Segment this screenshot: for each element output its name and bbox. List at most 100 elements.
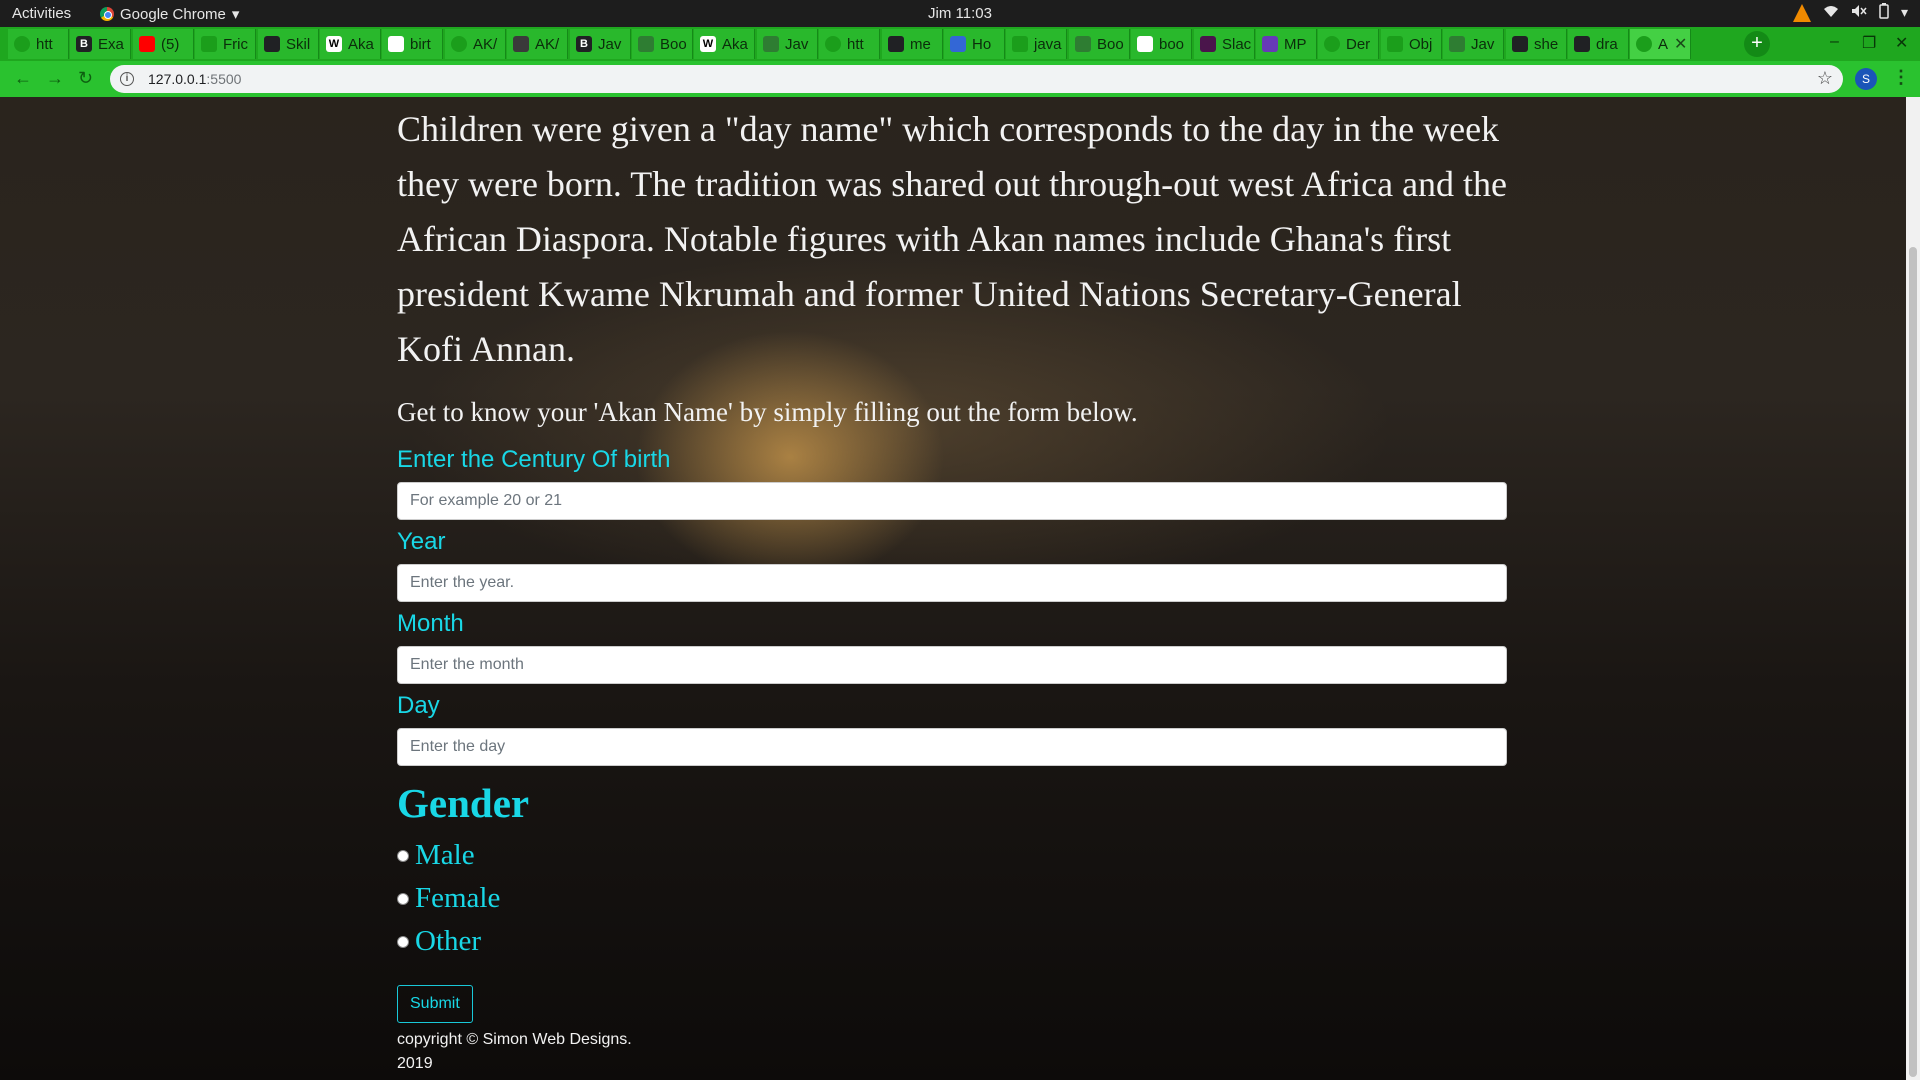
app-menu-arrow-icon: ▾ xyxy=(231,6,240,23)
tab-label: java xyxy=(1034,35,1062,53)
windows-icon xyxy=(950,36,966,52)
tab-label: Fric xyxy=(223,35,248,53)
url-port: :5500 xyxy=(206,71,242,87)
system-tray[interactable]: ▾ xyxy=(1792,3,1908,22)
github-icon xyxy=(1574,36,1590,52)
github-icon xyxy=(888,36,904,52)
browser-tab[interactable]: she xyxy=(1506,29,1567,59)
grid-icon xyxy=(638,36,654,52)
browser-tab[interactable]: AK/ xyxy=(445,29,506,59)
tab-label: me xyxy=(910,35,931,53)
browser-tab[interactable]: AK/ xyxy=(507,29,568,59)
gender-option-other[interactable]: Other xyxy=(397,925,1509,958)
wifi-icon[interactable] xyxy=(1823,4,1839,21)
browser-tab[interactable]: dra xyxy=(1568,29,1629,59)
browser-tab[interactable]: B Exa xyxy=(70,29,131,59)
browser-tab[interactable]: me xyxy=(882,29,943,59)
female-label[interactable]: Female xyxy=(415,882,500,915)
female-radio[interactable] xyxy=(397,892,409,905)
day-input[interactable] xyxy=(397,728,1507,766)
browser-tab[interactable]: B Jav xyxy=(570,29,631,59)
app-menu[interactable]: Google Chrome ▾ xyxy=(100,5,239,23)
os-top-bar: Activities Google Chrome ▾ Jim 11:03 ▾ xyxy=(0,0,1920,27)
tab-label: Jav xyxy=(785,35,809,53)
tab-label: boo xyxy=(1159,35,1185,53)
browser-tab[interactable]: java xyxy=(1006,29,1067,59)
browser-tab[interactable]: Jav xyxy=(757,29,818,59)
browser-tab[interactable]: Der xyxy=(1318,29,1379,59)
page-viewport: Children were given a "day name" which c… xyxy=(0,97,1920,1080)
page-scrollbar[interactable] xyxy=(1906,97,1920,1080)
B-icon: B xyxy=(576,36,592,52)
browser-tab[interactable]: Slac xyxy=(1194,29,1255,59)
browser-tab[interactable]: Obj xyxy=(1381,29,1442,59)
century-input[interactable] xyxy=(397,482,1507,520)
submit-button[interactable]: Submit xyxy=(397,985,473,1023)
browser-tab[interactable]: A ✕ xyxy=(1630,29,1691,59)
other-radio[interactable] xyxy=(397,935,409,948)
browser-tab[interactable]: Boo xyxy=(632,29,693,59)
chrome-menu-icon[interactable]: ⋮ xyxy=(1892,67,1910,88)
slack-icon xyxy=(1200,36,1216,52)
month-label: Month xyxy=(397,610,464,637)
battery-icon[interactable] xyxy=(1879,3,1889,22)
browser-tab[interactable]: boo xyxy=(1131,29,1192,59)
browser-tab[interactable]: Jav xyxy=(1443,29,1504,59)
green-circle-icon xyxy=(451,36,467,52)
browser-tab[interactable]: Ho xyxy=(944,29,1005,59)
gender-option-female[interactable]: Female xyxy=(397,882,1509,915)
bookmark-star-icon[interactable]: ☆ xyxy=(1817,68,1833,89)
browser-tab[interactable]: Skil xyxy=(258,29,319,59)
browser-tab[interactable]: birt xyxy=(382,29,443,59)
forward-button[interactable]: → xyxy=(46,68,64,89)
month-input[interactable] xyxy=(397,646,1507,684)
other-label[interactable]: Other xyxy=(415,925,481,958)
vlc-icon[interactable] xyxy=(1792,3,1811,22)
site-info-icon[interactable]: i xyxy=(120,72,134,86)
browser-tab[interactable]: Fric xyxy=(195,29,256,59)
reload-button[interactable]: ↻ xyxy=(78,68,93,89)
footer-copyright: copyright © Simon Web Designs. 2019 xyxy=(397,1031,632,1072)
tab-label: Der xyxy=(1346,35,1371,53)
browser-toolbar: ← → ↻ i 127.0.0.1:5500 ☆ S ⋮ xyxy=(0,61,1920,97)
akan-name-form: Enter the Century Of birth Year Month Da… xyxy=(397,446,1509,1023)
url-host: 127.0.0.1 xyxy=(148,71,207,87)
back-button[interactable]: ← xyxy=(14,68,32,89)
browser-tab[interactable]: (5) xyxy=(133,29,194,59)
clock[interactable]: Jim 11:03 xyxy=(928,5,992,22)
year-input[interactable] xyxy=(397,564,1507,602)
tab-label: dra xyxy=(1596,35,1618,53)
close-window-button[interactable]: ✕ xyxy=(1895,33,1908,53)
browser-tab[interactable]: htt xyxy=(819,29,880,59)
browser-tab[interactable]: Boo xyxy=(1069,29,1130,59)
profile-avatar[interactable]: S xyxy=(1855,68,1877,90)
tab-close-icon[interactable]: ✕ xyxy=(1674,34,1687,54)
system-menu-arrow-icon[interactable]: ▾ xyxy=(1901,4,1908,21)
green-circle-icon xyxy=(14,36,30,52)
chrome-icon xyxy=(100,7,114,21)
gender-heading: Gender xyxy=(397,780,530,826)
grid-icon xyxy=(1449,36,1465,52)
activities-button[interactable]: Activities xyxy=(12,5,71,22)
browser-tab[interactable]: MP xyxy=(1256,29,1317,59)
volume-icon[interactable] xyxy=(1851,4,1867,21)
new-tab-button[interactable]: + xyxy=(1744,31,1770,57)
url-text[interactable]: 127.0.0.1:5500 xyxy=(148,71,241,87)
scrollbar-thumb[interactable] xyxy=(1909,247,1917,1077)
browser-tab[interactable]: W Aka xyxy=(694,29,755,59)
browser-tab[interactable]: W Aka xyxy=(320,29,381,59)
W-icon: W xyxy=(700,36,716,52)
intro-paragraph: Children were given a "day name" which c… xyxy=(397,109,1508,369)
male-label[interactable]: Male xyxy=(415,839,475,872)
tab-label: htt xyxy=(847,35,864,53)
list-icon xyxy=(1262,36,1278,52)
address-bar[interactable]: i 127.0.0.1:5500 ☆ xyxy=(110,65,1843,93)
browser-tab[interactable]: htt xyxy=(8,29,69,59)
green-circle-icon xyxy=(825,36,841,52)
main-content: Children were given a "day name" which c… xyxy=(397,97,1509,1076)
gender-option-male[interactable]: Male xyxy=(397,839,1509,872)
minimize-button[interactable]: – xyxy=(1830,33,1839,51)
maximize-button[interactable]: ❐ xyxy=(1862,33,1876,53)
male-radio[interactable] xyxy=(397,849,409,862)
B-icon: B xyxy=(76,36,92,52)
